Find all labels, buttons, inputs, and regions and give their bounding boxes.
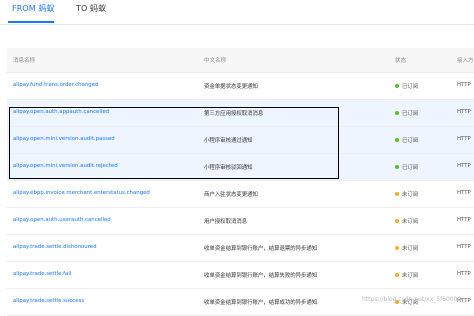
- status-label: 已订阅: [402, 111, 419, 117]
- mode-cell: HTTP: [457, 271, 471, 277]
- status-label: 未订阅: [402, 246, 419, 252]
- status-dot-icon: [395, 246, 399, 250]
- message-name-link[interactable]: alipay.open.mini.version.audit.passed: [13, 136, 115, 142]
- status-label: 已订阅: [402, 165, 419, 171]
- status-badge: 已订阅: [395, 82, 418, 90]
- status-dot-icon: [395, 219, 399, 223]
- status-label: 已订阅: [402, 84, 419, 90]
- chinese-name-cell: 小程序审核通过通知: [204, 138, 253, 144]
- status-badge: 未订阅: [395, 190, 418, 198]
- mode-cell: HTTP: [457, 109, 471, 115]
- mode-cell: HTTP: [457, 244, 471, 250]
- header-status: 状态: [395, 58, 407, 64]
- active-tab-indicator: [8, 21, 54, 23]
- header-message-name: 消息名称: [13, 58, 36, 64]
- status-dot-icon: [395, 111, 399, 115]
- status-badge: 已订阅: [395, 163, 418, 171]
- message-name-link[interactable]: alipay.trade.settle.dishonoured: [13, 244, 97, 250]
- message-name-link[interactable]: alipay.trade.settle.fail: [13, 271, 71, 277]
- mode-cell: HTTP: [457, 82, 471, 88]
- chinese-name-cell: 商户入驻状态变更通知: [204, 192, 258, 198]
- mode-cell: HTTP: [457, 136, 471, 142]
- table-row: alipay.ebpp.invoice.merchant.enterstatus…: [7, 181, 474, 208]
- status-dot-icon: [395, 192, 399, 196]
- status-label: 未订阅: [402, 192, 419, 198]
- tab-from-ant[interactable]: FROM 蚂蚁: [12, 3, 55, 14]
- chinese-name-cell: 第三方应用授权取消消息: [204, 111, 264, 117]
- chinese-name-cell: 用户授权取消消息: [204, 219, 248, 225]
- table-header: 消息名称 中文名称 状态 接入方: [7, 48, 474, 73]
- table-row: alipay.open.auth.userauth.cancelled 用户授权取…: [7, 208, 474, 235]
- message-name-link[interactable]: alipay.open.auth.userauth.cancelled: [13, 217, 111, 223]
- mode-cell: HTTP: [457, 163, 471, 169]
- status-label: 已订阅: [402, 138, 419, 144]
- chinese-name-cell: 收单资金结算到银行账户，结算失败的异步通知: [204, 273, 318, 279]
- mode-cell: HTTP: [457, 217, 471, 223]
- table-row: alipay.open.mini.version.audit.passed 小程序…: [7, 127, 474, 154]
- tab-bar: FROM 蚂蚁 TO 蚂蚁: [0, 0, 474, 25]
- chinese-name-cell: 小程序审核驳回通知: [204, 165, 253, 171]
- status-dot-icon: [395, 84, 399, 88]
- watermark-text: https://blog.csdn.net/xx_5f60000: [362, 296, 462, 303]
- message-name-link[interactable]: alipay.trade.settle.success: [13, 298, 84, 304]
- tab-to-ant[interactable]: TO 蚂蚁: [76, 3, 106, 14]
- table-row: alipay.trade.settle.fail 收单资金结算到银行账户，结算失败…: [7, 262, 474, 289]
- status-badge: 已订阅: [395, 109, 418, 117]
- table-row: alipay.open.mini.version.audit.rejected 小…: [7, 154, 474, 181]
- message-name-link[interactable]: alipay.open.mini.version.audit.rejected: [13, 163, 118, 169]
- status-dot-icon: [395, 138, 399, 142]
- table-row: alipay.open.auth.appauth.cancelled 第三方应用授…: [7, 100, 474, 127]
- status-dot-icon: [395, 165, 399, 169]
- mode-cell: HTTP: [457, 190, 471, 196]
- message-name-link[interactable]: alipay.ebpp.invoice.merchant.enterstatus…: [13, 190, 150, 196]
- status-label: 未订阅: [402, 273, 419, 279]
- chinese-name-cell: 资金单据状态变更通知: [204, 84, 258, 90]
- message-name-link[interactable]: alipay.open.auth.appauth.cancelled: [13, 109, 109, 115]
- status-label: 未订阅: [402, 219, 419, 225]
- status-badge: 未订阅: [395, 271, 418, 279]
- table-row: alipay.fund.trans.order.changed 资金单据状态变更通…: [7, 73, 474, 100]
- status-badge: 未订阅: [395, 244, 418, 252]
- chinese-name-cell: 收单资金结算到银行账户，结算成功的异步通知: [204, 300, 318, 306]
- header-chinese-name: 中文名称: [204, 58, 227, 64]
- status-badge: 已订阅: [395, 136, 418, 144]
- chinese-name-cell: 收单资金结算到银行账户，结算退票的异步通知: [204, 246, 318, 252]
- message-name-link[interactable]: alipay.fund.trans.order.changed: [13, 82, 98, 88]
- status-dot-icon: [395, 273, 399, 277]
- table-row: alipay.trade.settle.dishonoured 收单资金结算到银行…: [7, 235, 474, 262]
- header-mode: 接入方: [457, 58, 474, 64]
- status-badge: 未订阅: [395, 217, 418, 225]
